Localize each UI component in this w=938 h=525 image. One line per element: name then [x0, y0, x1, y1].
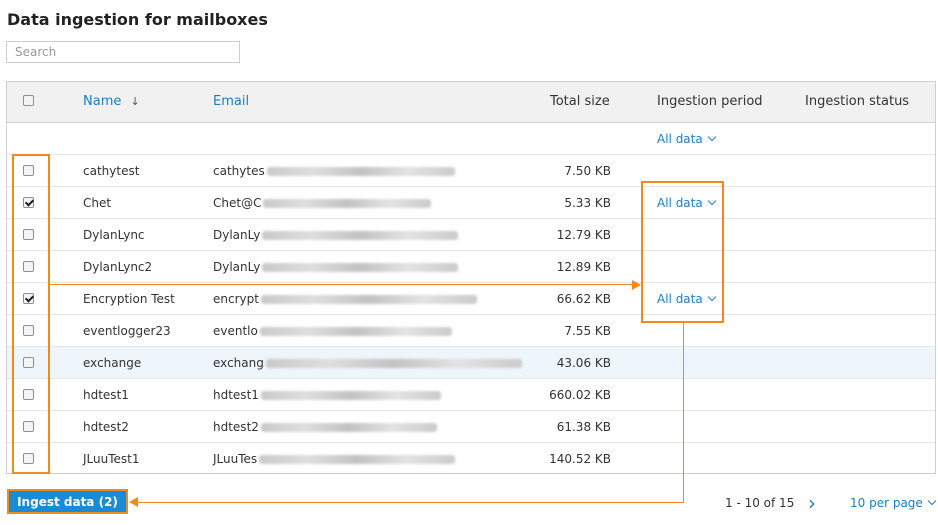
ingestion-period-highlight: [641, 181, 724, 323]
mailbox-email: cathytes: [213, 164, 455, 178]
pagination-range: 1 - 10 of 15: [725, 496, 795, 510]
mailbox-email-visible-part: hdtest2: [213, 420, 259, 434]
redacted-email-blur: [260, 423, 437, 432]
mailbox-size: 43.06 KB: [556, 356, 611, 370]
table-row[interactable]: cathytest cathytes 7.50 KB: [7, 154, 935, 186]
annotation-arrow-line: [683, 323, 684, 503]
redacted-email-blur: [260, 295, 477, 304]
mailbox-size: 66.62 KB: [556, 292, 611, 306]
mailbox-email-visible-part: DylanLy: [213, 228, 261, 242]
mailbox-size: 12.89 KB: [556, 260, 611, 274]
mailbox-name: exchange: [83, 356, 142, 370]
annotation-arrow-line: [50, 284, 635, 285]
mailbox-name: DylanLync2: [83, 260, 153, 274]
mailbox-name: eventlogger23: [83, 324, 171, 338]
table-row[interactable]: DylanLync DylanLy 12.79 KB: [7, 218, 935, 250]
mailbox-size: 660.02 KB: [549, 388, 611, 402]
select-all-checkbox[interactable]: [23, 95, 34, 106]
annotation-arrow-line: [138, 502, 684, 503]
redacted-email-blur: [265, 359, 522, 368]
mailbox-name: JLuuTest1: [83, 452, 140, 466]
mailbox-email-visible-part: cathytes: [213, 164, 265, 178]
mailbox-email: JLuuTes: [213, 452, 456, 466]
table-header: Name ↓ Email Total size Ingestion period…: [7, 82, 935, 123]
mailbox-email-visible-part: exchang: [213, 356, 264, 370]
redacted-email-blur: [262, 263, 459, 272]
per-page-dropdown[interactable]: 10 per page: [850, 496, 937, 510]
table-row[interactable]: eventlogger23 eventlo 7.55 KB: [7, 314, 935, 346]
ingest-data-button[interactable]: Ingest data (2): [7, 489, 128, 514]
mailbox-email: eventlo: [213, 324, 452, 338]
bulk-ingestion-period-value: All data: [657, 132, 703, 146]
mailbox-name: DylanLync: [83, 228, 145, 242]
mailbox-size: 7.50 KB: [564, 164, 611, 178]
bulk-ingestion-period-dropdown[interactable]: All data: [657, 132, 716, 146]
column-header-name[interactable]: Name ↓: [83, 94, 140, 109]
mailbox-email-visible-part: hdtest1: [213, 388, 259, 402]
chevron-down-icon: [927, 496, 937, 506]
table-row[interactable]: exchange exchang 43.06 KB: [7, 346, 935, 378]
mailbox-email: DylanLy: [213, 228, 459, 242]
redacted-email-blur: [262, 231, 459, 240]
table-row[interactable]: Encryption Test encrypt 66.62 KB All data: [7, 282, 935, 314]
search-input[interactable]: [6, 41, 240, 63]
redacted-email-blur: [259, 455, 456, 464]
table-row[interactable]: hdtest1 hdtest1 660.02 KB: [7, 378, 935, 410]
column-header-total-size[interactable]: Total size: [550, 94, 610, 109]
mailbox-email: DylanLy: [213, 260, 459, 274]
mailbox-size: 61.38 KB: [556, 420, 611, 434]
mailbox-email-visible-part: DylanLy: [213, 260, 261, 274]
redacted-email-blur: [266, 167, 455, 176]
mailbox-email: hdtest1: [213, 388, 441, 402]
redacted-email-blur: [263, 199, 432, 208]
mailbox-email-visible-part: encrypt: [213, 292, 259, 306]
bulk-action-row: All data: [7, 122, 935, 154]
redacted-email-blur: [260, 391, 441, 400]
mailbox-email: exchang: [213, 356, 522, 370]
mailbox-size: 7.55 KB: [564, 324, 611, 338]
mailbox-email: encrypt: [213, 292, 477, 306]
mailbox-table: Name ↓ Email Total size Ingestion period…: [6, 81, 936, 474]
table-row[interactable]: JLuuTest1 JLuuTes 140.52 KB: [7, 442, 935, 474]
page-title: Data ingestion for mailboxes: [7, 10, 268, 29]
mailbox-email-visible-part: Chet@C: [213, 196, 262, 210]
mailbox-email-visible-part: JLuuTes: [213, 452, 258, 466]
mailbox-name: Chet: [83, 196, 112, 210]
column-header-ingestion-status: Ingestion status: [805, 94, 910, 109]
mailbox-name: hdtest2: [83, 420, 129, 434]
chevron-down-icon: [707, 132, 716, 142]
mailbox-email-visible-part: eventlo: [213, 324, 258, 338]
column-header-email[interactable]: Email: [213, 94, 249, 109]
mailbox-name: cathytest: [83, 164, 140, 178]
checkbox-column-highlight: [12, 154, 50, 474]
table-row[interactable]: Chet Chet@C 5.33 KB All data: [7, 186, 935, 218]
mailbox-size: 140.52 KB: [549, 452, 611, 466]
sort-arrow-icon: ↓: [130, 95, 140, 108]
mailbox-email: hdtest2: [213, 420, 437, 434]
annotation-arrow-icon: [129, 497, 138, 507]
annotation-arrow-icon: [632, 280, 641, 290]
column-header-ingestion-period: Ingestion period: [657, 94, 763, 109]
table-row[interactable]: DylanLync2 DylanLy 12.89 KB: [7, 250, 935, 282]
per-page-value: 10 per page: [850, 496, 923, 510]
redacted-email-blur: [259, 327, 452, 336]
next-page-icon[interactable]: ›: [808, 491, 816, 515]
mailbox-size: 12.79 KB: [556, 228, 611, 242]
table-row[interactable]: hdtest2 hdtest2 61.38 KB: [7, 410, 935, 442]
mailbox-size: 5.33 KB: [564, 196, 611, 210]
mailbox-name: Encryption Test: [83, 292, 175, 306]
mailbox-name: hdtest1: [83, 388, 129, 402]
mailbox-email: Chet@C: [213, 196, 432, 210]
column-header-name-label: Name: [83, 94, 122, 109]
